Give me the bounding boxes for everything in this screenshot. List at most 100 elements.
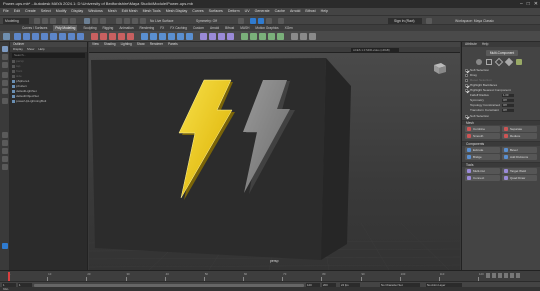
reduce-button[interactable]: Reduce	[502, 133, 537, 139]
multi-cut-button[interactable]: Multi-Cut	[465, 168, 500, 174]
uv-mode-icon[interactable]	[516, 59, 522, 65]
symmetry-field[interactable]: Off	[502, 98, 514, 103]
last-tool-icon[interactable]	[2, 98, 8, 104]
menu-select[interactable]: Select	[41, 8, 51, 15]
separate-icon[interactable]	[100, 33, 107, 40]
menu-mesh[interactable]: Mesh	[108, 8, 117, 15]
boolean-icon[interactable]	[118, 33, 125, 40]
outliner-menu-help[interactable]: Help	[38, 47, 44, 52]
combine-icon[interactable]	[91, 33, 98, 40]
poly-cone-icon[interactable]	[41, 33, 48, 40]
render-frame-icon[interactable]	[250, 18, 256, 24]
topology-field[interactable]: Off	[502, 103, 514, 108]
poly-sphere-icon[interactable]	[14, 33, 21, 40]
play-backward-icon[interactable]	[498, 273, 502, 278]
menu-windows[interactable]: Windows	[88, 8, 103, 15]
workspace-dropdown[interactable]: Workspace: Maya Classic	[455, 18, 494, 24]
menu-arnold[interactable]: Arnold	[290, 8, 300, 15]
poly-cylinder-icon[interactable]	[32, 33, 39, 40]
view-cube[interactable]	[431, 61, 447, 75]
mirror-icon[interactable]	[127, 33, 134, 40]
perspective-viewport[interactable]: persp	[88, 53, 461, 271]
outliner-menu-show[interactable]: Show	[27, 47, 35, 52]
color-management-field[interactable]: ACES 1.0 SDR-video (sRGB)	[351, 48, 399, 52]
outliner-toggle-icon[interactable]	[2, 164, 8, 170]
redo-icon[interactable]	[70, 18, 76, 24]
bevel-icon[interactable]	[159, 33, 166, 40]
ipr-render-icon[interactable]	[258, 18, 264, 24]
command-language-label[interactable]: MEL	[3, 287, 9, 291]
poly-plane-icon[interactable]	[59, 33, 66, 40]
face-mode-icon[interactable]	[504, 57, 514, 67]
maya-bonus-icon[interactable]	[2, 243, 8, 249]
menu-mesh-tools[interactable]: Mesh Tools	[143, 8, 161, 15]
soft-selection-toggle[interactable]: Soft Selection	[462, 114, 540, 119]
delete-history-icon[interactable]	[309, 33, 316, 40]
select-by-object-icon[interactable]	[92, 18, 98, 24]
transform-constraint-field[interactable]: Off	[502, 108, 514, 113]
edge-loop-icon[interactable]	[209, 33, 216, 40]
menu-bifrost[interactable]: Bifrost	[305, 8, 315, 15]
workspace-menu-dropdown[interactable]: Modeling	[3, 18, 29, 24]
menu-generate[interactable]: Generate	[255, 8, 270, 15]
menu-curves[interactable]: Curves	[192, 8, 203, 15]
menu-create[interactable]: Create	[25, 8, 36, 15]
snap-point-icon[interactable]	[132, 18, 138, 24]
add-divisions-button[interactable]: Add Divisions	[502, 154, 537, 160]
smooth-icon[interactable]	[109, 33, 116, 40]
command-line[interactable]: MEL	[0, 287, 540, 291]
menu-modify[interactable]: Modify	[56, 8, 67, 15]
target-weld-button[interactable]: Target Weld	[502, 168, 537, 174]
target-weld-icon[interactable]	[218, 33, 225, 40]
extrude-icon[interactable]	[141, 33, 148, 40]
poly-disc-icon[interactable]	[68, 33, 75, 40]
maximize-button[interactable]: □	[527, 0, 530, 8]
vertex-mode-icon[interactable]	[486, 59, 492, 65]
sign-in-dropdown[interactable]: Sign In (Ravi)	[388, 18, 422, 24]
planar-map-icon[interactable]	[250, 33, 257, 40]
new-scene-icon[interactable]	[34, 18, 40, 24]
render-settings-icon[interactable]	[266, 18, 272, 24]
step-forward-icon[interactable]	[510, 273, 514, 278]
append-polygon-icon[interactable]	[177, 33, 184, 40]
play-forward-icon[interactable]	[504, 273, 508, 278]
select-by-component-icon[interactable]	[100, 18, 106, 24]
auto-map-icon[interactable]	[259, 33, 266, 40]
quad-draw-button[interactable]: Quad Draw	[502, 175, 537, 181]
poly-torus-icon[interactable]	[50, 33, 57, 40]
combine-button[interactable]: Combine	[465, 126, 500, 132]
persp-graph-layout-icon[interactable]	[2, 156, 8, 162]
undo-icon[interactable]	[62, 18, 68, 24]
panel-tab-attribute[interactable]: Attribute	[465, 42, 477, 47]
select-tool-icon[interactable]	[2, 46, 8, 52]
move-tool-icon[interactable]	[2, 72, 8, 78]
menu-cache[interactable]: Cache	[275, 8, 285, 15]
outliner-menu-display[interactable]: Display	[13, 47, 23, 52]
four-view-layout-icon[interactable]	[2, 140, 8, 146]
menu-edit[interactable]: Edit	[14, 8, 20, 15]
uv-editor-icon[interactable]	[241, 33, 248, 40]
option-checkbox[interactable]	[465, 74, 468, 77]
sew-uv-icon[interactable]	[277, 33, 284, 40]
menu-help[interactable]: Help	[321, 8, 328, 15]
option-checkbox[interactable]	[465, 84, 468, 87]
step-back-icon[interactable]	[492, 273, 496, 278]
minimize-button[interactable]: –	[520, 0, 523, 8]
edge-mode-icon[interactable]	[494, 57, 504, 67]
current-time-marker[interactable]	[8, 272, 10, 281]
symmetry-dropdown[interactable]: Symmetry: Off	[196, 18, 217, 24]
poly-cube-icon[interactable]	[23, 33, 30, 40]
arnold-render-view-icon[interactable]	[278, 18, 284, 24]
save-scene-icon[interactable]	[50, 18, 56, 24]
option-checkbox[interactable]	[465, 89, 468, 92]
bridge-button[interactable]: Bridge	[465, 154, 500, 160]
object-mode-icon[interactable]	[476, 59, 482, 65]
multi-cut-icon[interactable]	[200, 33, 207, 40]
option-checkbox[interactable]	[465, 69, 468, 72]
history-icon[interactable]	[238, 18, 244, 24]
falloff-field[interactable]: 1.00	[502, 93, 514, 98]
menu-file[interactable]: File	[3, 8, 9, 15]
snap-curve-icon[interactable]	[124, 18, 130, 24]
quad-draw-icon[interactable]	[227, 33, 234, 40]
open-scene-icon[interactable]	[42, 18, 48, 24]
